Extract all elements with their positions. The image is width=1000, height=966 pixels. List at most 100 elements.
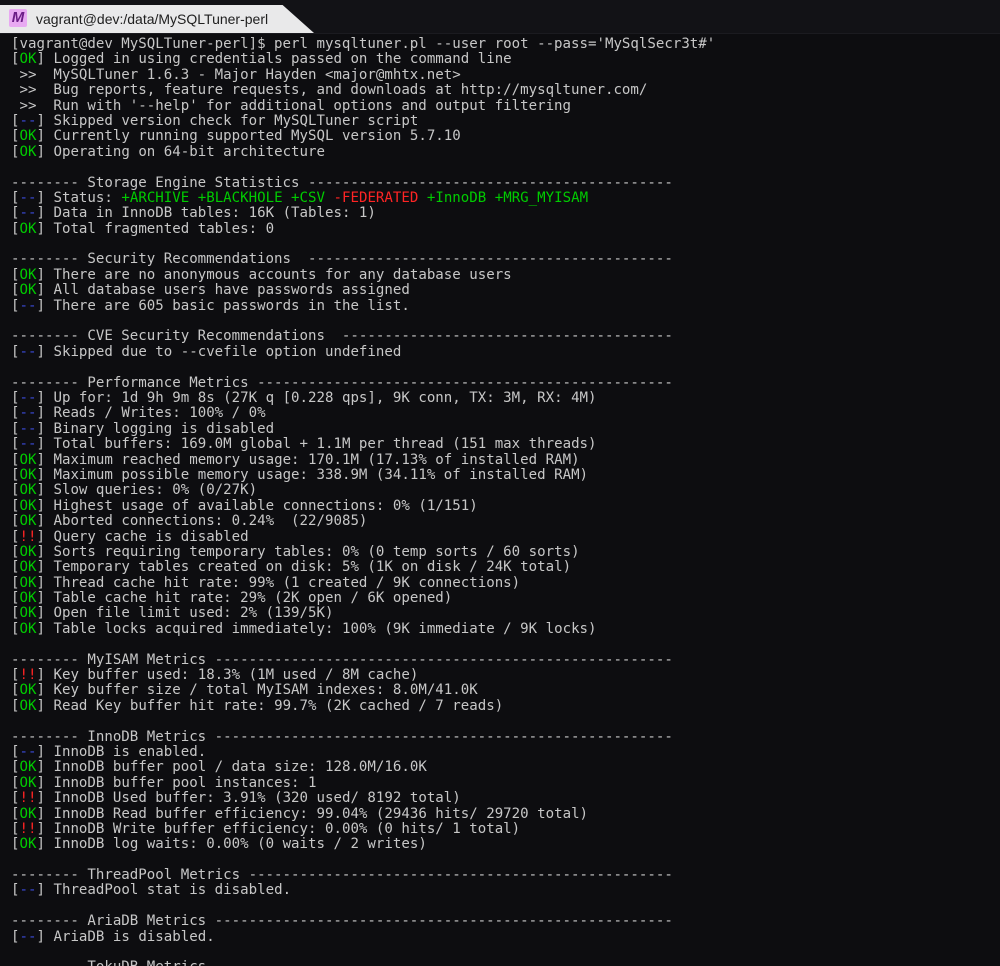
- terminal-line: [!!] Query cache is disabled: [11, 528, 991, 545]
- line-text: -------- CVE Security Recommendations --…: [11, 328, 673, 345]
- line-text: Binary logging is disabled: [44, 420, 275, 437]
- line-text: [vagrant@dev MySQLTuner-perl]$ perl mysq…: [11, 37, 716, 52]
- line-text: Currently running supported MySQL versio…: [44, 128, 461, 145]
- mintty-icon[interactable]: [9, 9, 27, 27]
- terminal-line: [OK] Open file limit used: 2% (139/5K): [11, 606, 991, 621]
- terminal-line: -------- TokuDB Metrics ----------------…: [11, 960, 991, 966]
- line-text: InnoDB buffer pool / data size: 128.0M/1…: [44, 759, 427, 776]
- line-text: -------- InnoDB Metrics ----------------…: [11, 728, 673, 745]
- terminal-line: [OK] Slow queries: 0% (0/27K): [11, 483, 991, 498]
- terminal-line: [!!] InnoDB Used buffer: 3.91% (320 used…: [11, 790, 991, 807]
- terminal-line: [OK] Operating on 64-bit architecture: [11, 143, 991, 160]
- line-text: Up for: 1d 9h 9m 8s (27K q [0.228 qps], …: [44, 389, 597, 406]
- status-tag: [OK]: [11, 759, 45, 776]
- terminal-line: [--] Binary logging is disabled: [11, 420, 991, 437]
- line-text: ThreadPool stat is disabled.: [44, 882, 292, 899]
- terminal-line: [--] Data in InnoDB tables: 16K (Tables:…: [11, 206, 991, 221]
- line-text: Maximum reached memory usage: 170.1M (17…: [44, 451, 580, 468]
- line-text: Data in InnoDB tables: 16K (Tables: 1): [44, 205, 376, 222]
- line-text: -------- Performance Metrics -----------…: [11, 374, 673, 391]
- line-text: Highest usage of available connections: …: [44, 497, 478, 514]
- status-tag: [--]: [11, 882, 45, 899]
- engine-status-text: -FEDERATED: [333, 189, 427, 206]
- line-text: InnoDB is enabled.: [44, 743, 207, 760]
- terminal-line: [OK] Table cache hit rate: 29% (2K open …: [11, 590, 991, 607]
- terminal-line: [OK] Thread cache hit rate: 99% (1 creat…: [11, 574, 991, 591]
- terminal-line: [--] ThreadPool stat is disabled.: [11, 883, 991, 898]
- status-tag: [!!]: [11, 667, 45, 684]
- line-text: Query cache is disabled: [44, 528, 249, 545]
- terminal-line: [--] Skipped due to --cvefile option und…: [11, 343, 991, 360]
- terminal-line: -------- CVE Security Recommendations --…: [11, 329, 991, 344]
- terminal-line: >> Run with '--help' for additional opti…: [11, 97, 991, 114]
- line-text: >> Run with '--help' for additional opti…: [11, 97, 572, 114]
- status-tag: [OK]: [11, 451, 45, 468]
- title-bar[interactable]: vagrant@dev:/data/MySQLTuner-perl: [0, 0, 1000, 34]
- terminal-line: -------- Performance Metrics -----------…: [11, 374, 991, 391]
- line-text: Maximum possible memory usage: 338.9M (3…: [44, 466, 589, 483]
- line-text: Operating on 64-bit architecture: [44, 143, 325, 160]
- status-tag: [OK]: [11, 620, 45, 637]
- terminal-line: [vagrant@dev MySQLTuner-perl]$ perl mysq…: [11, 37, 991, 52]
- line-text: >> MySQLTuner 1.6.3 - Major Hayden <majo…: [11, 66, 461, 83]
- status-tag: [!!]: [11, 790, 45, 807]
- terminal-line: [OK] Maximum possible memory usage: 338.…: [11, 466, 991, 483]
- status-tag: [OK]: [11, 543, 45, 560]
- status-tag: [OK]: [11, 590, 45, 607]
- window-title: vagrant@dev:/data/MySQLTuner-perl: [0, 5, 314, 33]
- terminal-window: vagrant@dev:/data/MySQLTuner-perl [vagra…: [0, 0, 1000, 966]
- line-text: Reads / Writes: 100% / 0%: [44, 405, 266, 422]
- terminal-line: [--] Total buffers: 169.0M global + 1.1M…: [11, 436, 991, 453]
- status-tag: [--]: [11, 436, 45, 453]
- status-tag: [--]: [11, 743, 45, 760]
- line-text: Thread cache hit rate: 99% (1 created / …: [44, 574, 521, 591]
- line-text: Logged in using credentials passed on th…: [44, 51, 512, 68]
- status-tag: [--]: [11, 112, 45, 129]
- terminal-line: >> Bug reports, feature requests, and do…: [11, 82, 991, 99]
- line-text: InnoDB Used buffer: 3.91% (320 used/ 819…: [44, 790, 461, 807]
- engine-status-text: +InnoDB +MRG_MYISAM: [426, 189, 589, 206]
- line-text: Temporary tables created on disk: 5% (1K…: [44, 559, 572, 576]
- terminal-line: [OK] Key buffer size / total MyISAM inde…: [11, 683, 991, 698]
- line-text: Table locks acquired immediately: 100% (…: [44, 620, 597, 637]
- line-text: Total fragmented tables: 0: [44, 220, 275, 237]
- line-text: Skipped due to --cvefile option undefine…: [44, 343, 402, 360]
- terminal-output[interactable]: [vagrant@dev MySQLTuner-perl]$ perl mysq…: [11, 37, 991, 966]
- terminal-line: [OK] There are no anonymous accounts for…: [11, 266, 991, 283]
- status-tag: [OK]: [11, 282, 45, 299]
- status-tag: [--]: [11, 420, 45, 437]
- terminal-line: [OK] Maximum reached memory usage: 170.1…: [11, 451, 991, 468]
- engine-status-text: +ARCHIVE +BLACKHOLE +CSV: [121, 189, 334, 206]
- status-tag: [--]: [11, 297, 45, 314]
- terminal-line: -------- MyISAM Metrics ----------------…: [11, 652, 991, 668]
- line-text: There are 605 basic passwords in the lis…: [44, 297, 410, 314]
- line-text: AriaDB is disabled.: [44, 928, 215, 945]
- line-text: >> Bug reports, feature requests, and do…: [11, 82, 648, 99]
- terminal-line: -------- Storage Engine Statistics -----…: [11, 175, 991, 191]
- terminal-line: [!!] Key buffer used: 18.3% (1M used / 8…: [11, 667, 991, 684]
- status-tag: [OK]: [11, 128, 45, 145]
- status-tag: [OK]: [11, 574, 45, 591]
- line-text: Skipped version check for MySQLTuner scr…: [44, 112, 419, 129]
- status-tag: [OK]: [11, 682, 45, 699]
- status-tag: [OK]: [11, 220, 45, 237]
- status-tag: [!!]: [11, 820, 45, 837]
- line-text: InnoDB log waits: 0.00% (0 waits / 2 wri…: [44, 836, 427, 853]
- status-tag: [OK]: [11, 497, 45, 514]
- terminal-line: -------- Security Recommendations ------…: [11, 252, 991, 267]
- status-tag: [OK]: [11, 266, 45, 283]
- terminal-line: [--] InnoDB is enabled.: [11, 743, 991, 760]
- terminal-line: -------- ThreadPool Metrics ------------…: [11, 867, 991, 883]
- status-tag: [OK]: [11, 774, 45, 791]
- terminal-line: [OK] InnoDB Read buffer efficiency: 99.0…: [11, 806, 991, 822]
- line-text: InnoDB Write buffer efficiency: 0.00% (0…: [44, 820, 521, 837]
- line-text: Key buffer size / total MyISAM indexes: …: [44, 682, 478, 699]
- line-text: -------- Security Recommendations ------…: [11, 251, 673, 268]
